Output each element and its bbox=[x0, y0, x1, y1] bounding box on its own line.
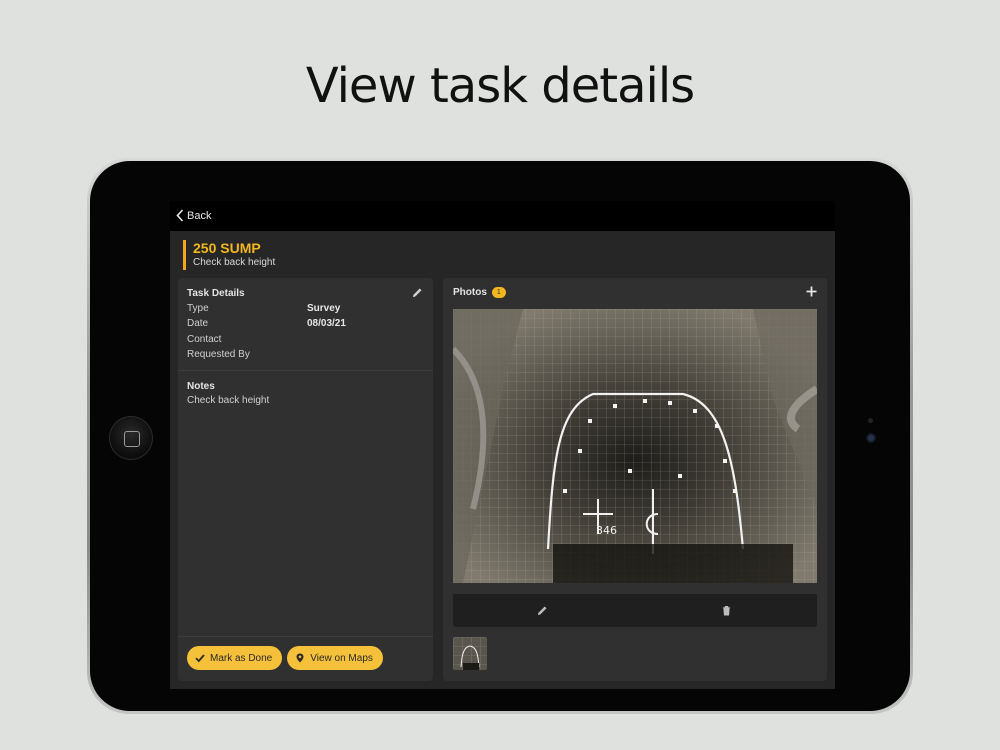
notes-section: Notes Check back height bbox=[178, 371, 433, 416]
tunnel-photo[interactable]: 346 bbox=[453, 309, 817, 583]
map-pin-icon bbox=[296, 653, 304, 663]
photo-thumbnail[interactable] bbox=[453, 637, 487, 670]
view-on-maps-label: View on Maps bbox=[310, 652, 373, 664]
camera-lens bbox=[866, 433, 876, 443]
notes-heading: Notes bbox=[187, 381, 215, 392]
detail-row-type: Type Survey bbox=[187, 301, 424, 316]
chevron-left-icon bbox=[176, 209, 184, 222]
detail-label: Date bbox=[187, 318, 209, 330]
photos-count-badge: 1 bbox=[491, 287, 506, 298]
detail-row-requested-by: Requested By bbox=[187, 347, 424, 362]
task-view: 250 SUMP Check back height Task Details … bbox=[170, 231, 835, 689]
detail-label: Contact bbox=[187, 333, 222, 345]
detail-label: Requested By bbox=[187, 349, 250, 361]
svg-text:346: 346 bbox=[596, 524, 617, 537]
detail-value: 08/03/21 bbox=[307, 318, 346, 330]
detail-value: Survey bbox=[307, 303, 341, 315]
pencil-icon[interactable] bbox=[412, 287, 423, 298]
detail-row-date: Date 08/03/21 bbox=[187, 316, 424, 331]
trash-icon[interactable] bbox=[721, 605, 732, 616]
plus-icon[interactable] bbox=[806, 286, 817, 297]
action-bar: Mark as Done View on Maps bbox=[178, 636, 433, 681]
check-icon bbox=[195, 654, 205, 663]
task-details-heading: Task Details bbox=[187, 288, 245, 299]
pencil-icon[interactable] bbox=[537, 605, 548, 616]
photos-card: Photos 1 346 bbox=[443, 278, 827, 681]
page-headline: View task details bbox=[305, 58, 695, 114]
app-screen: Back 250 SUMP Check back height Task Det… bbox=[170, 201, 835, 689]
home-button[interactable] bbox=[109, 416, 153, 460]
back-button[interactable]: Back bbox=[176, 209, 211, 222]
photos-heading: Photos bbox=[453, 287, 487, 298]
view-on-maps-button[interactable]: View on Maps bbox=[287, 646, 383, 670]
task-details-section: Task Details Type Survey Date 08/03/21 C… bbox=[178, 278, 433, 371]
photos-header: Photos 1 bbox=[453, 287, 506, 298]
task-details-card: Task Details Type Survey Date 08/03/21 C… bbox=[178, 278, 433, 681]
mark-as-done-button[interactable]: Mark as Done bbox=[187, 646, 283, 670]
photo-toolbar bbox=[453, 594, 817, 627]
task-title: 250 SUMP bbox=[193, 240, 261, 256]
tablet-frame: Back 250 SUMP Check back height Task Det… bbox=[87, 158, 913, 714]
back-label: Back bbox=[187, 209, 212, 222]
detail-row-contact: Contact bbox=[187, 332, 424, 347]
mark-as-done-label: Mark as Done bbox=[210, 652, 273, 664]
detail-label: Type bbox=[187, 303, 209, 315]
notes-body: Check back height bbox=[187, 395, 270, 406]
task-subtitle: Check back height bbox=[193, 257, 276, 268]
sensor-dot bbox=[868, 418, 873, 423]
task-header: 250 SUMP Check back height bbox=[183, 240, 275, 270]
